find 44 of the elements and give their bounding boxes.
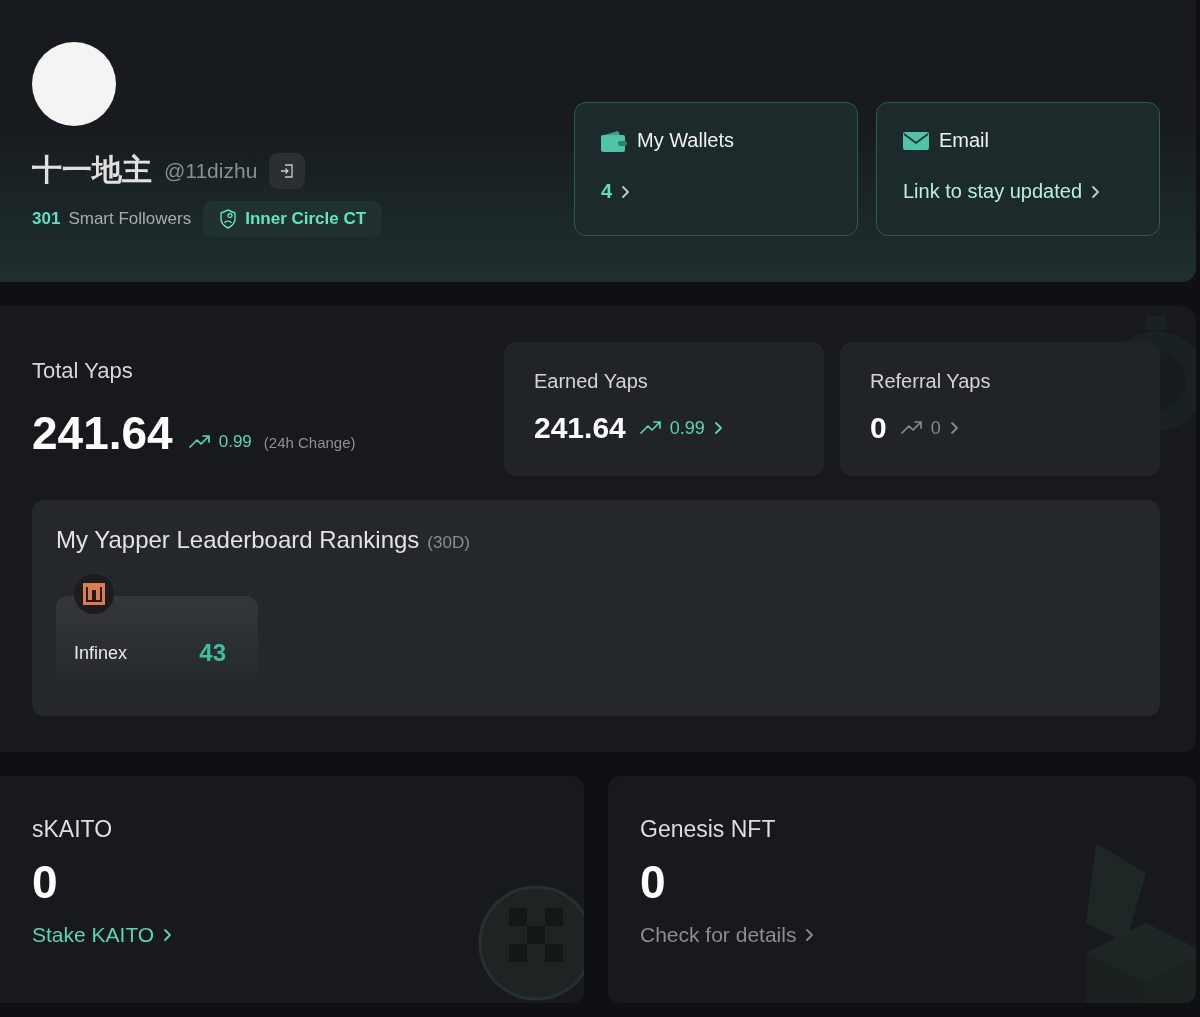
inner-circle-badge: Inner Circle CT: [203, 201, 383, 237]
chevron-right-icon: [162, 928, 173, 942]
chevron-right-icon: [948, 421, 959, 435]
total-yaps-value: 241.64: [32, 406, 173, 460]
sign-in-icon: [280, 163, 295, 178]
project-name: Infinex: [74, 642, 128, 664]
display-name: 十一地主: [32, 152, 152, 188]
card-title: My Wallets: [637, 129, 735, 152]
change-note: (24h Change): [263, 433, 356, 451]
trend-up-icon: [639, 421, 662, 435]
login-button[interactable]: [269, 152, 306, 189]
shield-icon: [219, 209, 238, 229]
trend-up-icon: [188, 435, 211, 449]
card-label: Referral Yaps: [870, 370, 992, 393]
card-label: Earned Yaps: [534, 370, 649, 393]
chevron-right-icon: [712, 421, 723, 435]
card-title: Email: [939, 129, 989, 152]
trend-up-icon: [900, 421, 923, 435]
chevron-right-icon: [620, 184, 631, 199]
change-link[interactable]: 0: [900, 417, 959, 439]
holding-value: 0: [32, 855, 59, 909]
leaderboard-title: My Yapper Leaderboard Rankings: [56, 526, 420, 554]
wallet-count-link[interactable]: 4: [601, 180, 831, 203]
rank-value: 43: [199, 639, 226, 667]
chevron-right-icon: [804, 928, 815, 942]
card-link[interactable]: Stake KAITO: [32, 923, 173, 947]
total-yaps-label: Total Yaps: [32, 358, 134, 384]
card-title: sKAITO: [32, 816, 114, 843]
yaps-value: 0: [870, 411, 887, 445]
follower-label: Smart Followers: [68, 209, 192, 229]
change-link[interactable]: 0.99: [639, 417, 723, 439]
wallet-icon: [601, 129, 627, 152]
maze-logo-icon: [74, 574, 114, 614]
card-link[interactable]: Check for details: [640, 923, 815, 947]
change-value: 0.99: [218, 432, 252, 452]
follower-count: 301: [32, 209, 61, 229]
card-title: Genesis NFT: [640, 816, 777, 843]
chevron-right-icon: [1090, 184, 1100, 199]
email-link[interactable]: Link to stay updated: [903, 180, 1133, 203]
yaps-value: 241.64: [534, 411, 626, 445]
period-label: (30D): [427, 533, 470, 553]
holding-value: 0: [640, 855, 667, 909]
username: @11dizhu: [164, 158, 258, 183]
envelope-icon: [903, 131, 929, 150]
